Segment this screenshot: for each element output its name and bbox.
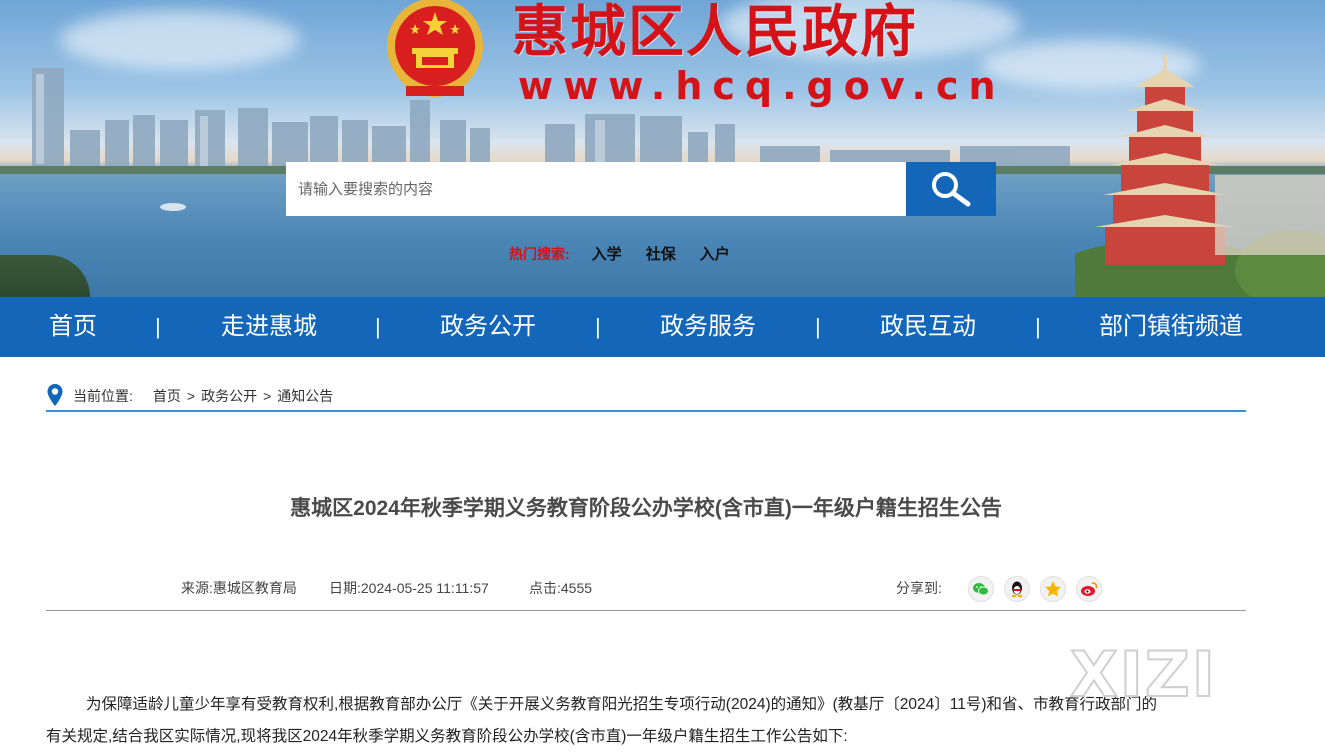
water-reflection [160,203,186,211]
breadcrumb-separator: > [186,388,196,404]
qzone-share-icon[interactable] [1040,576,1066,602]
breadcrumb-label: 当前位置: [73,388,133,404]
pagoda-illustration [1075,55,1325,297]
hot-search-label: 热门搜索: [509,245,570,262]
breadcrumb-item[interactable]: 政务公开 [201,386,257,406]
share-label: 分享到: [896,580,942,596]
article-date: 日期:2024-05-25 11:11:57 [329,580,489,596]
hot-search-item[interactable]: 入户 [700,243,730,264]
svg-text:XIZI: XIZI [1070,640,1217,706]
main-nav: 首页 | 走进惠城 | 政务公开 | 政务服务 | 政民互动 | 部门镇街频道 [0,297,1325,357]
shore-decoration [0,255,90,297]
weibo-share-icon[interactable] [1076,576,1102,602]
header-banner: 惠城区人民政府 www.hcq.gov.cn 请输入要搜索的内容 热门搜索: 入… [0,0,1325,297]
nav-item-gov-affairs[interactable]: 政务公开 [440,297,536,357]
hot-search-item[interactable]: 社保 [646,243,676,264]
breadcrumb-item[interactable]: 通知公告 [277,386,333,406]
wechat-share-icon[interactable] [968,576,994,602]
search-icon [932,172,971,207]
hot-search-item[interactable]: 入学 [592,243,622,264]
nav-item-departments[interactable]: 部门镇街频道 [1099,297,1243,357]
nav-separator: | [375,314,381,339]
national-emblem-logo [387,0,483,98]
nav-separator: | [155,314,161,339]
search-button[interactable] [906,162,996,216]
nav-item-gov-services[interactable]: 政务服务 [660,297,756,357]
breadcrumb-separator: > [263,388,272,404]
article-clicks: 点击:4555 [529,580,593,596]
search-input[interactable] [286,162,906,216]
article-paragraph-line: 有关规定,结合我区实际情况,现将我区2024年秋季学期义务教育阶段公办学校(含市… [46,728,848,745]
nav-item-about[interactable]: 走进惠城 [221,297,317,357]
article-meta: 来源:惠城区教育局 日期:2024-05-25 11:11:57 点击:4555… [46,572,1246,611]
article-source: 来源:惠城区教育局 [181,580,297,596]
breadcrumb-item[interactable]: 首页 [153,386,181,406]
xizi-watermark-logo: XIZI [1069,640,1217,706]
nav-separator: | [815,314,821,339]
qq-share-icon[interactable] [1004,576,1030,602]
nav-separator: | [1035,314,1041,339]
location-pin-icon [47,384,63,406]
hot-search: 热门搜索: 入学 社保 入户 [509,243,754,264]
nav-item-home[interactable]: 首页 [49,297,97,357]
nav-separator: | [595,314,601,339]
article-title: 惠城区2024年秋季学期义务教育阶段公办学校(含市直)一年级户籍生招生公告 [290,497,1002,520]
site-url: www.hcq.gov.cn [518,64,1006,108]
breadcrumb: 当前位置: 首页 > 政务公开 > 通知公告 [46,384,1246,412]
nav-item-interaction[interactable]: 政民互动 [880,297,976,357]
site-title: 惠城区人民政府 [512,0,918,65]
